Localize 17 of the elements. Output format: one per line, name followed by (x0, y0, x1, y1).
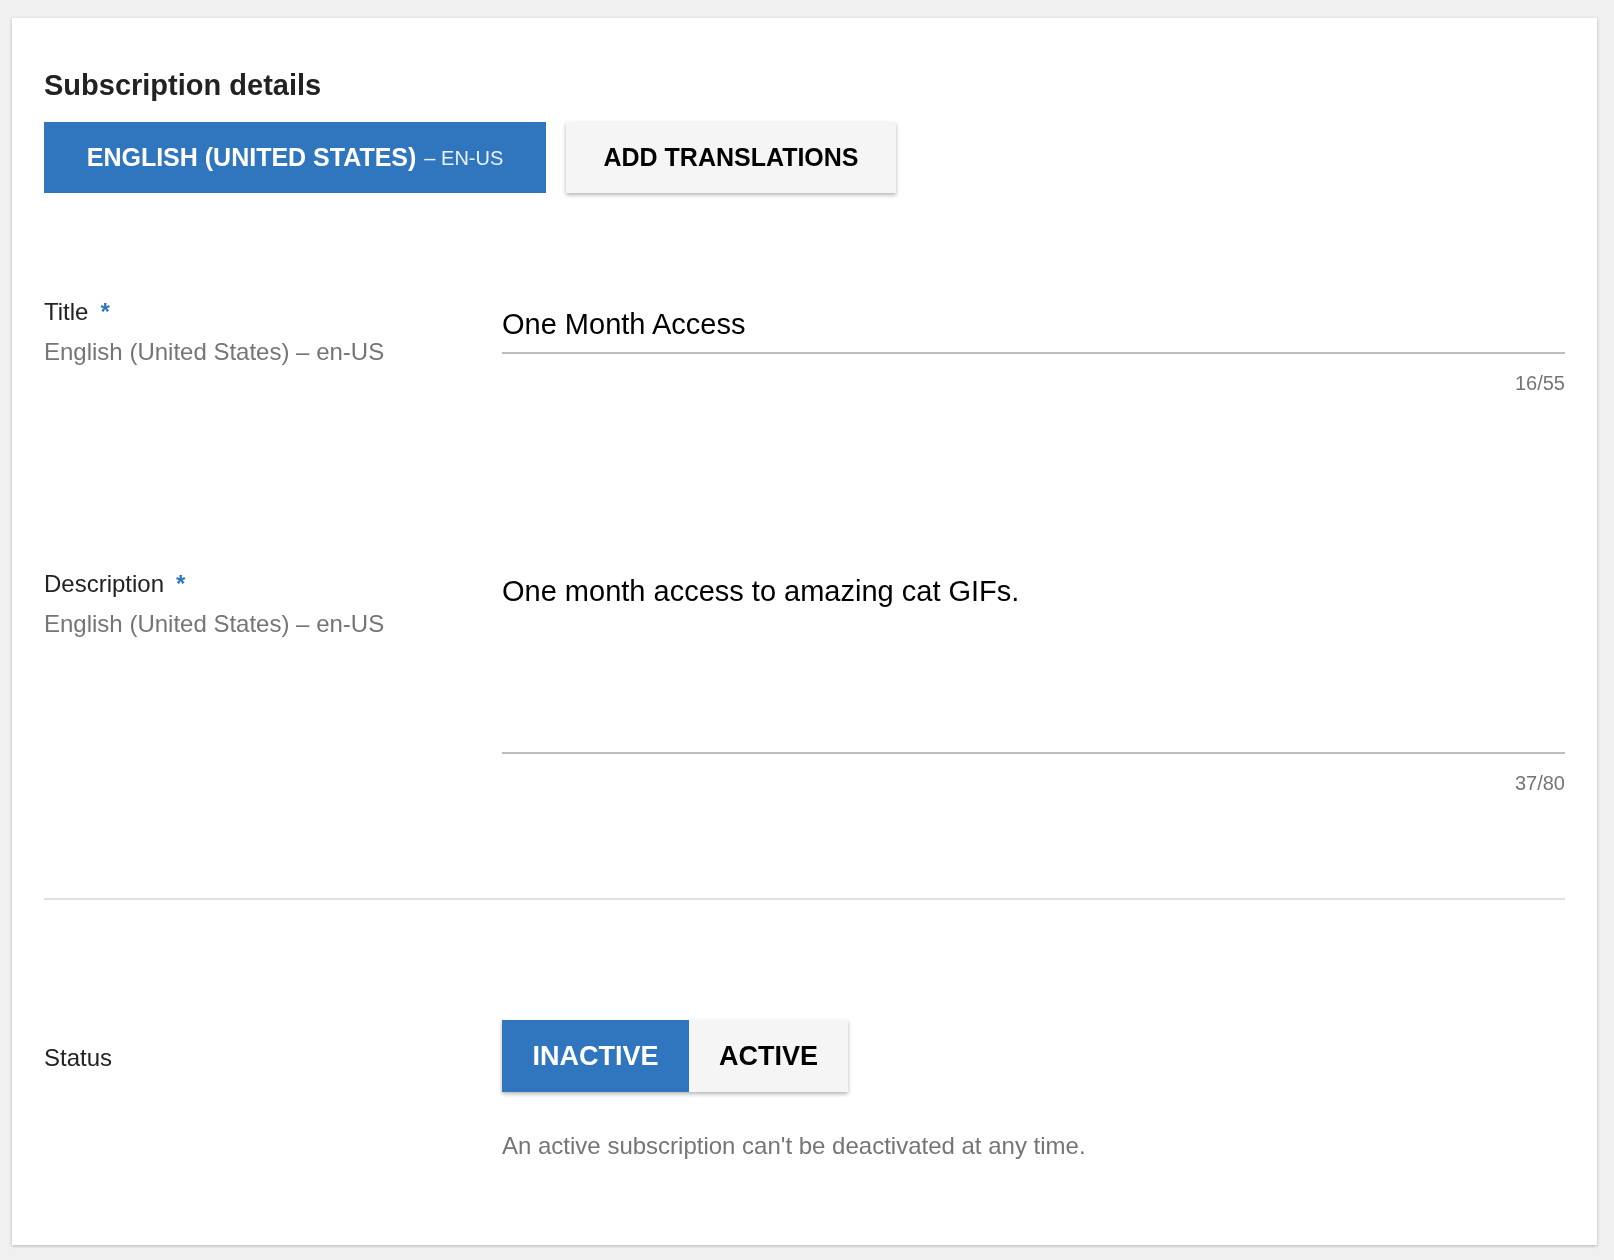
character-counter: 16/55 (1514, 371, 1565, 396)
status-helper-text: An active subscription can't be deactivated at any time. (502, 1131, 1086, 1161)
description-field[interactable]: One month access to amazing cat GIFs. (502, 569, 1565, 754)
add-translations-button[interactable]: ADD TRANSLATIONS (566, 122, 896, 193)
title-field[interactable]: One Month Access (502, 297, 1565, 354)
field-language: English (United States) – en-US (44, 337, 386, 367)
field-label: Title (44, 297, 89, 327)
required-mark: * (100, 297, 110, 327)
character-counter: 37/80 (1514, 771, 1565, 796)
card-title: Subscription details (44, 68, 323, 102)
status-toggle[interactable]: INACTIVE (502, 1020, 689, 1092)
status-toggle[interactable]: ACTIVE (689, 1020, 848, 1092)
field-label: Description (44, 569, 165, 599)
field-language: English (United States) – en-US (44, 609, 386, 639)
status-label: Status (44, 1044, 113, 1071)
required-mark: * (176, 569, 186, 599)
language-tab[interactable]: ENGLISH (UNITED STATES) – EN-US (44, 122, 546, 193)
